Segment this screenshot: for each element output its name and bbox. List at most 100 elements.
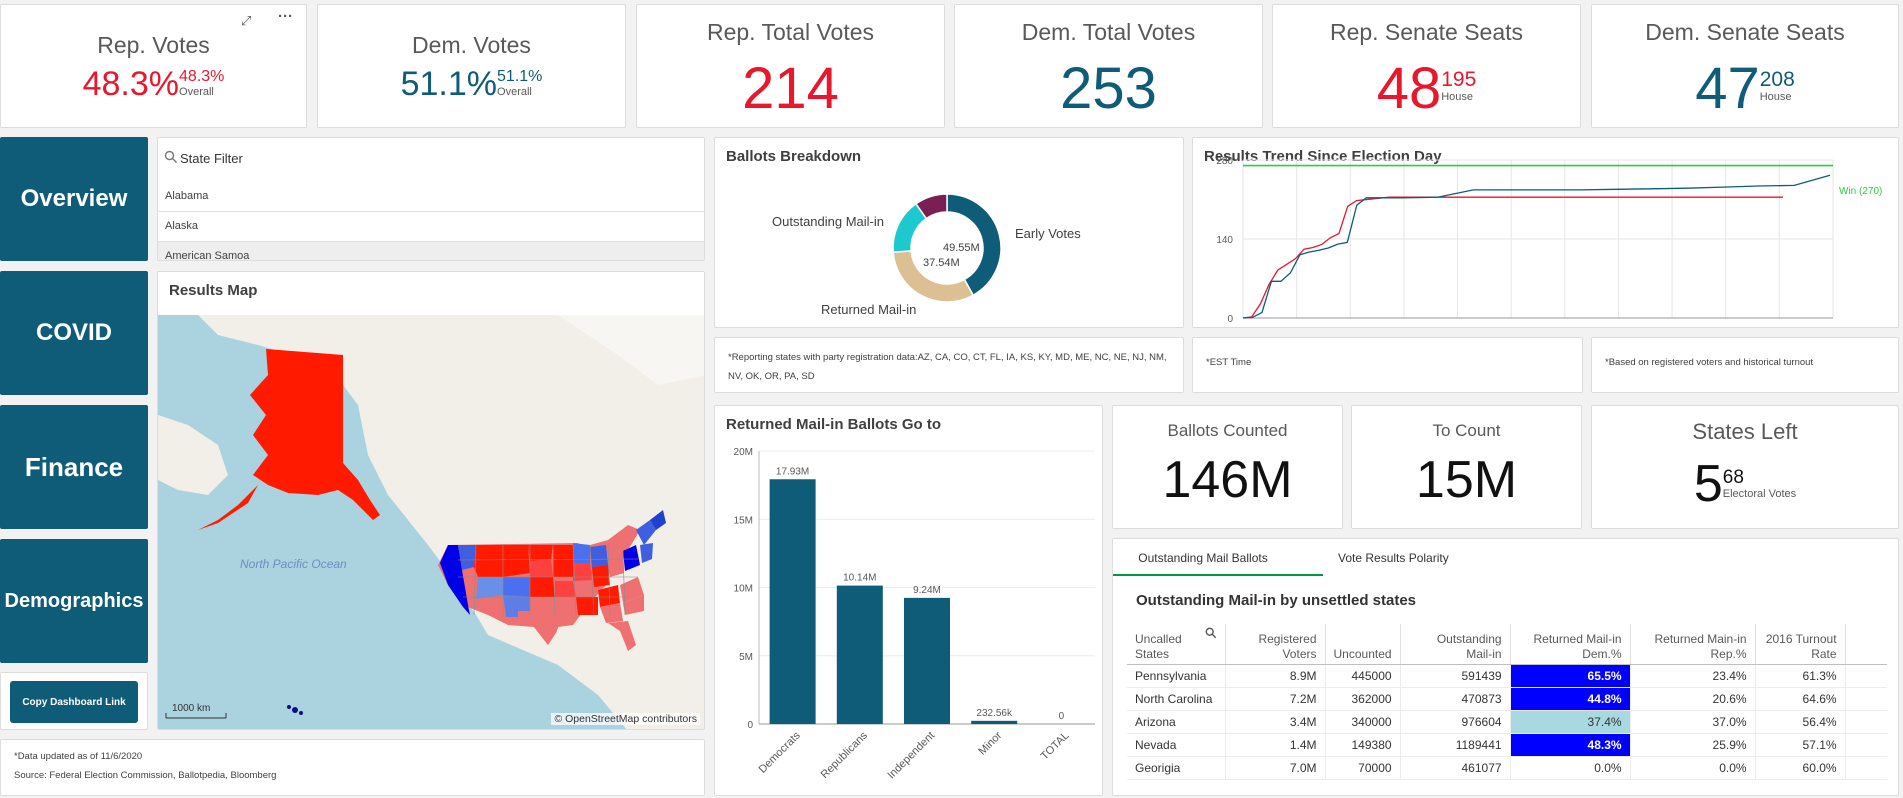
state-filter-title[interactable]: State Filter [180,151,243,166]
label-outstanding: Outstanding Mail-in [772,214,884,229]
kpi-states-left: States Left 5 68 Electoral Votes [1591,405,1899,529]
y-tick-label: 0 [747,720,753,731]
col-header-uncounted[interactable]: Uncounted [1325,624,1401,665]
list-item[interactable]: American Samoa [158,242,704,260]
col-header-spacer [1845,624,1887,665]
map-canvas[interactable]: North Pacific Ocean 1000 km © OpenStreet… [158,315,705,730]
tab-active-underline [1113,574,1323,576]
table-cell: 149380 [1325,733,1401,757]
table-cell: 64.6% [1755,687,1846,711]
table-row[interactable]: Georigia 7.0M 70000 461077 0.0% 0.0% 60.0% [1127,756,1887,780]
bar-value-label: 17.93M [776,466,809,477]
y-tick-label: 0 [1227,314,1233,325]
table-row[interactable]: North Carolina 7.2M 362000 470873 44.8% 20.6%… [1127,687,1887,711]
table-cell: 60.0% [1755,756,1846,780]
table-cell: 1189441 [1400,733,1511,757]
table-cell: 61.3% [1755,664,1846,688]
returned-mail-chart: Returned Mail-in Ballots Go to 0 5M 10M 15M… [714,405,1103,796]
x-tick-label: Republicans [819,729,871,781]
map-svg[interactable] [158,315,705,730]
col-header-dem-pct[interactable]: Returned Mail-in Dem.% [1510,624,1631,665]
kpi-rep-total-votes: Rep. Total Votes 214 [636,4,945,128]
bar[interactable] [971,720,1018,724]
tab-outstanding-mail-ballots[interactable]: Outstanding Mail Ballots [1123,551,1283,565]
kpi-title: Dem. Total Votes [1021,19,1196,45]
table-cell: 70000 [1325,756,1401,780]
table-header-row: Uncalled States Registered Voters Uncounte… [1127,624,1887,665]
nav-finance[interactable]: Finance [0,405,148,529]
registration-note-panel: *Reporting states with party registratio… [714,337,1184,393]
copy-link-panel: Copy Dashboard Link [0,672,148,730]
turnout-note: *Based on registered voters and historic… [1605,357,1814,368]
col-header-registered[interactable]: Registered Voters [1225,624,1326,665]
kpi-to-count: To Count 15M [1351,405,1582,529]
y-tick-label: 5M [739,652,753,663]
table-cell: 461077 [1400,756,1511,780]
table-cell: 65.5% [1510,664,1631,688]
table-row[interactable]: Pennsylvania 8.9M 445000 591439 65.5% 23.4% 61… [1127,664,1887,688]
kpi-title: Ballots Counted [1167,421,1288,440]
nav-overview[interactable]: Overview [0,137,148,261]
kpi-title: Rep. Total Votes [706,19,875,45]
bar-chart[interactable]: 0 5M 10M 15M 20M 17.93M Democrats 10.14M Republi… [715,406,1103,796]
table-cell: 37.0% [1630,710,1756,734]
kpi-value: 15M [1415,451,1518,509]
x-tick-label: Minor [976,729,1004,757]
est-note-panel: *EST Time [1192,337,1583,393]
table-cell: 23.4% [1630,664,1756,688]
copy-dashboard-link-button[interactable]: Copy Dashboard Link [10,681,138,723]
table-cell: 1.4M [1225,733,1326,757]
y-tick-label: 15M [734,515,753,526]
bar[interactable] [836,585,883,724]
map-attribution[interactable]: © OpenStreetMap contributors [551,713,700,725]
x-tick-label: Independent [885,730,937,782]
table-row[interactable]: Nevada 1.4M 149380 1189441 48.3% 25.9% 57.1% [1127,733,1887,757]
kpi-value: 253 [1060,56,1157,121]
table-spacer-cell [1845,733,1887,757]
table-cell: 340000 [1325,710,1401,734]
nav-demographics[interactable]: Demographics [0,539,148,663]
kpi-value: 5 68 Electoral Votes [1693,455,1797,513]
kpi-dem-total-votes: Dem. Total Votes 253 [954,4,1263,128]
col-header-rep-pct[interactable]: Returned Main-in Rep.% [1630,624,1756,665]
search-icon[interactable] [1205,627,1217,643]
mail-ballots-table-panel: Outstanding Mail Ballots Vote Results Po… [1112,538,1899,796]
table-spacer-cell [1845,710,1887,734]
col-header-state[interactable]: Uncalled States [1127,624,1226,665]
table-row[interactable]: Arizona 3.4M 340000 976604 37.4% 37.0% 56.4% [1127,710,1887,734]
kpi-value: 51.1% 51.1% Overall [400,65,543,103]
panel-title: Results Map [169,282,258,299]
y-tick-label: 140 [1216,235,1233,246]
nav-covid[interactable]: COVID [0,271,148,395]
table-cell: Arizona [1127,710,1226,734]
table-cell: 25.9% [1630,733,1756,757]
col-header-outstanding[interactable]: Outstanding Mail-in [1400,624,1511,665]
col-header-turnout[interactable]: 2016 Turnout Rate [1755,624,1846,665]
table-cell: 470873 [1400,687,1511,711]
table-spacer-cell [1845,687,1887,711]
kpi-value: 146M [1162,451,1293,509]
ocean-label: North Pacific Ocean [240,557,347,571]
kpi-dem-votes: Dem. Votes 51.1% 51.1% Overall [317,4,626,128]
donut-chart[interactable] [715,138,1184,328]
table-cell: 0.0% [1510,756,1631,780]
table-title: Outstanding Mail-in by unsettled states [1136,592,1417,609]
kpi-ballots-counted: Ballots Counted 146M [1112,405,1343,529]
map-scale: 1000 km [172,703,211,714]
table-cell: North Carolina [1127,687,1226,711]
tab-vote-results-polarity[interactable]: Vote Results Polarity [1338,551,1449,565]
rep-series-line[interactable] [1242,196,1783,319]
bar[interactable] [769,479,816,724]
data-source-note: Source: Federal Election Commission, Bal… [14,770,277,781]
list-item[interactable]: Alabama [158,182,704,212]
list-item[interactable]: Alaska [158,212,704,242]
kpi-value: 48.3% 48.3% Overall [82,65,225,103]
trend-chart[interactable]: 0 140 280 [1193,138,1899,328]
more-icon[interactable]: ··· [278,8,293,25]
state-filter-list: Alabama Alaska American Samoa [158,182,704,260]
kpi-value: 214 [742,56,839,121]
bar[interactable] [904,597,950,724]
expand-icon[interactable]: ⤢ [241,13,251,29]
table-cell: 591439 [1400,664,1511,688]
center-value-returned: 37.54M [923,257,960,269]
